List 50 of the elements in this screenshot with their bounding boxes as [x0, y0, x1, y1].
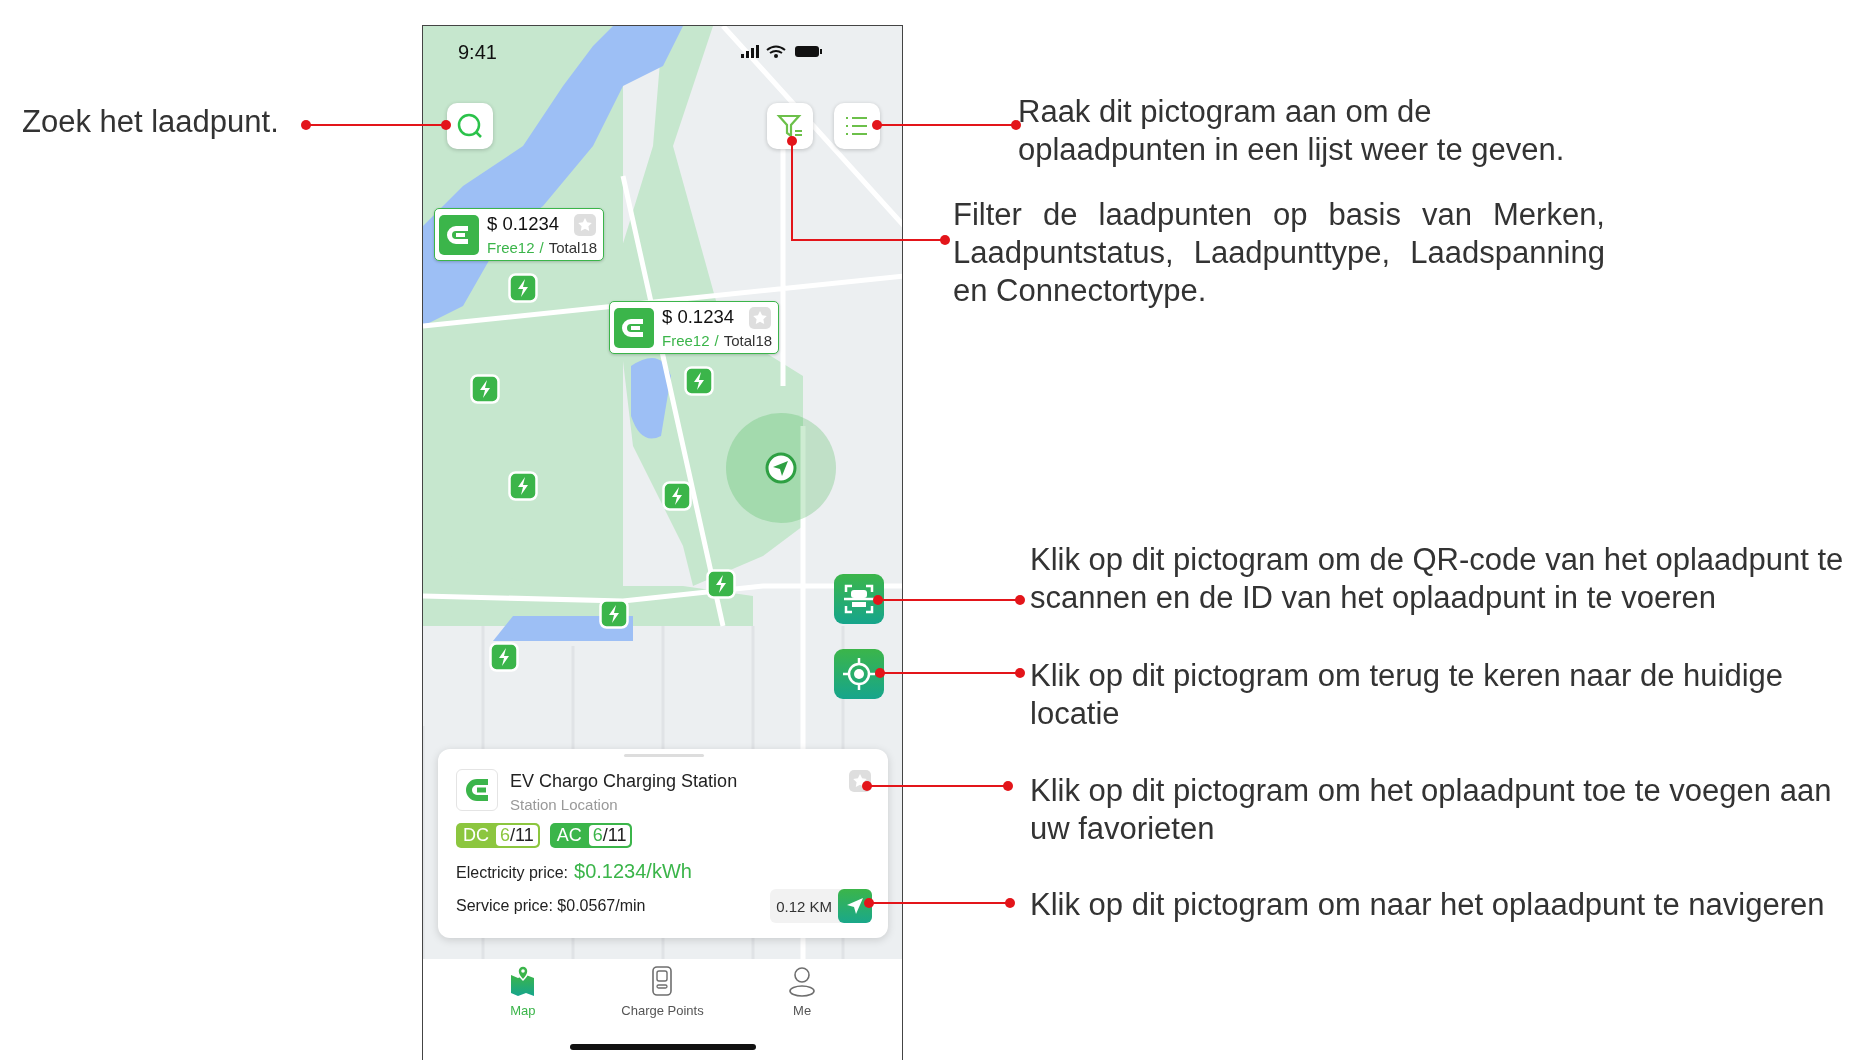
charger-marker-icon[interactable]	[470, 374, 500, 404]
free-count: Free12	[487, 239, 535, 256]
logo-icon	[439, 214, 479, 255]
station-name: EV Chargo Charging Station	[510, 771, 739, 792]
price-text: $ 0.1234	[662, 306, 734, 328]
annotation-text: Klik op dit pictogram om terug te keren naar de huidige locatie	[1030, 657, 1785, 733]
separator-text: /	[714, 332, 719, 349]
service-price-text: Service price: $0.0567/min	[456, 897, 646, 915]
charger-marker-icon[interactable]	[508, 471, 538, 501]
charger-marker-icon[interactable]	[706, 569, 736, 599]
tab-button[interactable]: Me	[742, 965, 863, 1018]
drag-handle[interactable]	[624, 754, 704, 757]
distance-text: 0.12 KM	[776, 897, 832, 915]
wifi-icon	[766, 45, 786, 59]
connector-badge: AC 6/11	[549, 823, 633, 848]
battery-icon	[795, 45, 822, 59]
price-marker-card[interactable]: $ 0.1234 Free12 / Total18	[609, 301, 780, 354]
charger-marker-icon[interactable]	[684, 366, 714, 396]
list-view-button[interactable]	[834, 103, 880, 149]
navigate-button[interactable]	[838, 889, 872, 923]
annotation-text: Klik op dit pictogram om de QR-code van het oplaadpunt te scannen en de ID van het oplaadpunt in te voeren	[1030, 541, 1845, 617]
annotation-text: Raak dit pictogram aan om de oplaadpunten in een lijst weer te geven.	[1018, 93, 1566, 169]
signal-icon	[741, 45, 759, 59]
annotation-text: Klik op dit pictogram om het oplaadpunt toe te voegen aan uw favorieten	[1030, 772, 1833, 848]
total-count: Total18	[723, 332, 773, 349]
charger-marker-icon[interactable]	[662, 481, 692, 511]
annotation-text: Filter de laadpunten op basis van Merken, Laadpuntstatus, Laadpunttype, Laadspanning en Connectortype.	[953, 196, 1605, 310]
price-text: $ 0.1234	[487, 213, 559, 235]
total-count: Total18	[548, 239, 598, 256]
electricity-price-value: $0.1234/kWh	[574, 860, 692, 883]
annotation-text: Zoek het laadpunt.	[22, 103, 280, 141]
charger-marker-icon[interactable]	[599, 599, 629, 629]
scan-button[interactable]	[834, 574, 884, 624]
connector-badge: DC 6/11	[456, 823, 540, 848]
charger-marker-icon[interactable]	[508, 273, 538, 303]
locate-button[interactable]	[834, 649, 884, 699]
filter-button[interactable]	[767, 103, 813, 149]
free-count: Free12	[662, 332, 710, 349]
charger-marker-icon[interactable]	[489, 642, 519, 672]
annotation-text: Klik op dit pictogram om naar het oplaadpunt te navigeren	[1030, 886, 1826, 924]
logo-icon	[614, 307, 654, 348]
electricity-price-label: Electricity price:	[456, 864, 569, 882]
person-icon	[787, 965, 818, 997]
separator-text: /	[539, 239, 544, 256]
price-marker-card[interactable]: $ 0.1234 Free12 / Total18	[434, 208, 605, 261]
status-time: 9:41	[458, 41, 497, 64]
search-icon	[456, 112, 484, 140]
search-button[interactable]	[447, 103, 493, 149]
tab-button[interactable]: Charge Points	[602, 965, 723, 1018]
station-location: Station Location	[510, 796, 619, 813]
